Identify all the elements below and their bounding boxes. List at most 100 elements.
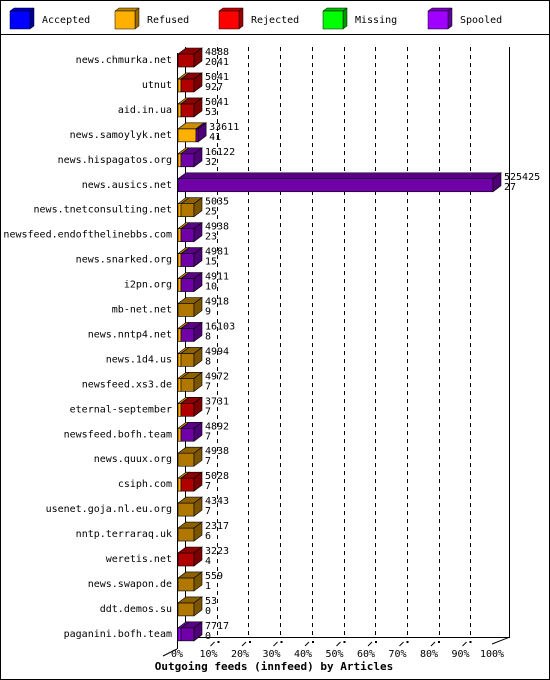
tick-mark bbox=[241, 641, 247, 647]
legend-label: Rejected bbox=[251, 15, 299, 26]
bar-segment-rejected bbox=[177, 552, 195, 567]
legend-label: Accepted bbox=[42, 15, 90, 26]
bar-row: news.snarked.org498115 bbox=[76, 247, 229, 268]
data-label-secondary: 10 bbox=[205, 282, 217, 293]
bar-segment-refused-dark bbox=[177, 303, 195, 317]
data-label-secondary: 7 bbox=[205, 431, 211, 442]
x-tick-label: 0% bbox=[171, 649, 183, 660]
category-label: weretis.net bbox=[106, 554, 172, 565]
bar-segment-refused bbox=[177, 228, 182, 242]
category-label: newsfeed.bofh.team bbox=[64, 429, 172, 440]
data-label-secondary: 53 bbox=[205, 107, 217, 118]
category-label: news.hispagatos.org bbox=[58, 155, 172, 166]
bars: news.chmurka.net48882041 utnut5041927 aid.… bbox=[3, 47, 540, 642]
category-label: ddt.demos.su bbox=[100, 604, 172, 615]
data-label-secondary: 27 bbox=[504, 182, 516, 193]
bar-segment-refused-dark bbox=[177, 527, 195, 542]
bar-segment-spooled bbox=[180, 328, 195, 342]
bar-row: usenet.goja.nl.eu.org43437 bbox=[46, 496, 230, 517]
x-tick-label: 60% bbox=[357, 649, 375, 660]
tick-mark bbox=[399, 641, 404, 647]
bar-row: mb-net.net49189 bbox=[112, 297, 229, 318]
legend-item-rejected: Rejected bbox=[218, 7, 299, 30]
bar-segment-spooled bbox=[180, 427, 195, 442]
data-label-secondary: 0 bbox=[205, 631, 211, 642]
legend-swatch-side bbox=[238, 7, 244, 30]
bar-segment-refused bbox=[177, 353, 182, 367]
bar-segment-refused bbox=[177, 203, 182, 217]
bar-row: aid.in.ua504153 bbox=[118, 97, 229, 118]
bar-row: utnut5041927 bbox=[142, 72, 229, 93]
category-label: news.chmurka.net bbox=[76, 55, 172, 66]
bar-row: i2pn.org491110 bbox=[124, 272, 229, 293]
category-label: news.samoylyk.net bbox=[70, 130, 172, 141]
bar-row: nntp.terraraq.uk23176 bbox=[76, 521, 229, 542]
category-label: news.snarked.org bbox=[76, 255, 172, 266]
data-label-secondary: 25 bbox=[205, 207, 217, 218]
legend-swatch bbox=[9, 10, 31, 30]
floor-right-edge bbox=[491, 636, 511, 645]
category-label: nntp.terraraq.uk bbox=[76, 529, 172, 540]
bar-segment-refused-dark bbox=[180, 203, 195, 217]
data-label-secondary: 8 bbox=[205, 331, 211, 342]
data-label-secondary: 23 bbox=[205, 232, 217, 243]
bar-segment-spooled bbox=[195, 128, 199, 143]
chart-frame: Accepted Refused Rejected Missing Spooled ne… bbox=[0, 0, 550, 680]
tick-dot bbox=[217, 641, 220, 643]
tick-dot bbox=[343, 641, 346, 643]
tick-dot bbox=[312, 641, 314, 643]
tick-dot bbox=[249, 641, 251, 643]
bar-row: newsfeed.xs3.de49727 bbox=[82, 371, 229, 392]
data-label-secondary: 9 bbox=[205, 307, 211, 318]
tick-mark bbox=[336, 641, 341, 647]
x-tick-label: 90% bbox=[451, 649, 469, 660]
category-label: news.tnetconsulting.net bbox=[34, 205, 172, 216]
bar-segment-spooled-light bbox=[177, 627, 182, 642]
x-tick-label: 30% bbox=[262, 649, 280, 660]
category-label: i2pn.org bbox=[124, 280, 172, 291]
bar-segment-spooled bbox=[177, 178, 494, 193]
bar-row: eternal-september37317 bbox=[70, 396, 229, 417]
bar-row: news.ausics.net52542527 bbox=[82, 172, 540, 193]
bar-segment-rejected bbox=[180, 402, 195, 417]
tick-dot bbox=[280, 641, 283, 643]
x-tick-label: 80% bbox=[420, 649, 438, 660]
bar-row: csiph.com50287 bbox=[118, 471, 229, 492]
bar-row: paganini.bofh.team77170 bbox=[64, 621, 229, 642]
bar-segment-refused bbox=[177, 78, 182, 93]
tick-dot bbox=[438, 641, 440, 643]
bar-row: newsfeed.bofh.team48927 bbox=[64, 421, 229, 442]
bar-row: news.1d4.us49948 bbox=[106, 346, 229, 367]
legend-swatch bbox=[218, 10, 240, 30]
category-label: aid.in.ua bbox=[118, 105, 172, 116]
category-label: news.ausics.net bbox=[82, 180, 172, 191]
category-label: news.quux.org bbox=[94, 454, 172, 465]
category-label: news.nntp4.net bbox=[88, 329, 172, 340]
category-label: mb-net.net bbox=[112, 305, 172, 316]
legend-item-accepted: Accepted bbox=[9, 7, 90, 30]
tick-mark bbox=[273, 641, 278, 647]
x-tick-label: 50% bbox=[325, 649, 343, 660]
tick-mark bbox=[367, 641, 373, 647]
bar-segment-rejected bbox=[180, 477, 195, 492]
chart: Accepted Refused Rejected Missing Spooled ne… bbox=[0, 7, 550, 673]
legend-swatch bbox=[427, 10, 449, 30]
x-tick-label: 100% bbox=[480, 649, 504, 660]
bar-segment-refused bbox=[177, 328, 182, 342]
legend-label: Refused bbox=[147, 15, 189, 26]
category-label: usenet.goja.nl.eu.org bbox=[46, 504, 172, 515]
bar-segment-spooled bbox=[180, 253, 195, 267]
x-tick-label: 40% bbox=[294, 649, 312, 660]
legend-swatch-side bbox=[447, 7, 453, 30]
tick-dot bbox=[375, 641, 377, 643]
category-label: eternal-september bbox=[70, 404, 172, 415]
bar-row: ddt.demos.su530 bbox=[100, 596, 217, 617]
data-label-secondary: 4 bbox=[205, 556, 211, 567]
tick-dot bbox=[406, 641, 409, 643]
bar-segment-refused bbox=[177, 278, 182, 292]
x-tick-label: 20% bbox=[231, 649, 249, 660]
category-label: newsfeed.endofthelinebbs.com bbox=[3, 230, 172, 241]
bar-segment-refused bbox=[177, 253, 182, 267]
bar-segment-refused bbox=[177, 427, 182, 442]
bar-segment-refused bbox=[177, 103, 182, 118]
